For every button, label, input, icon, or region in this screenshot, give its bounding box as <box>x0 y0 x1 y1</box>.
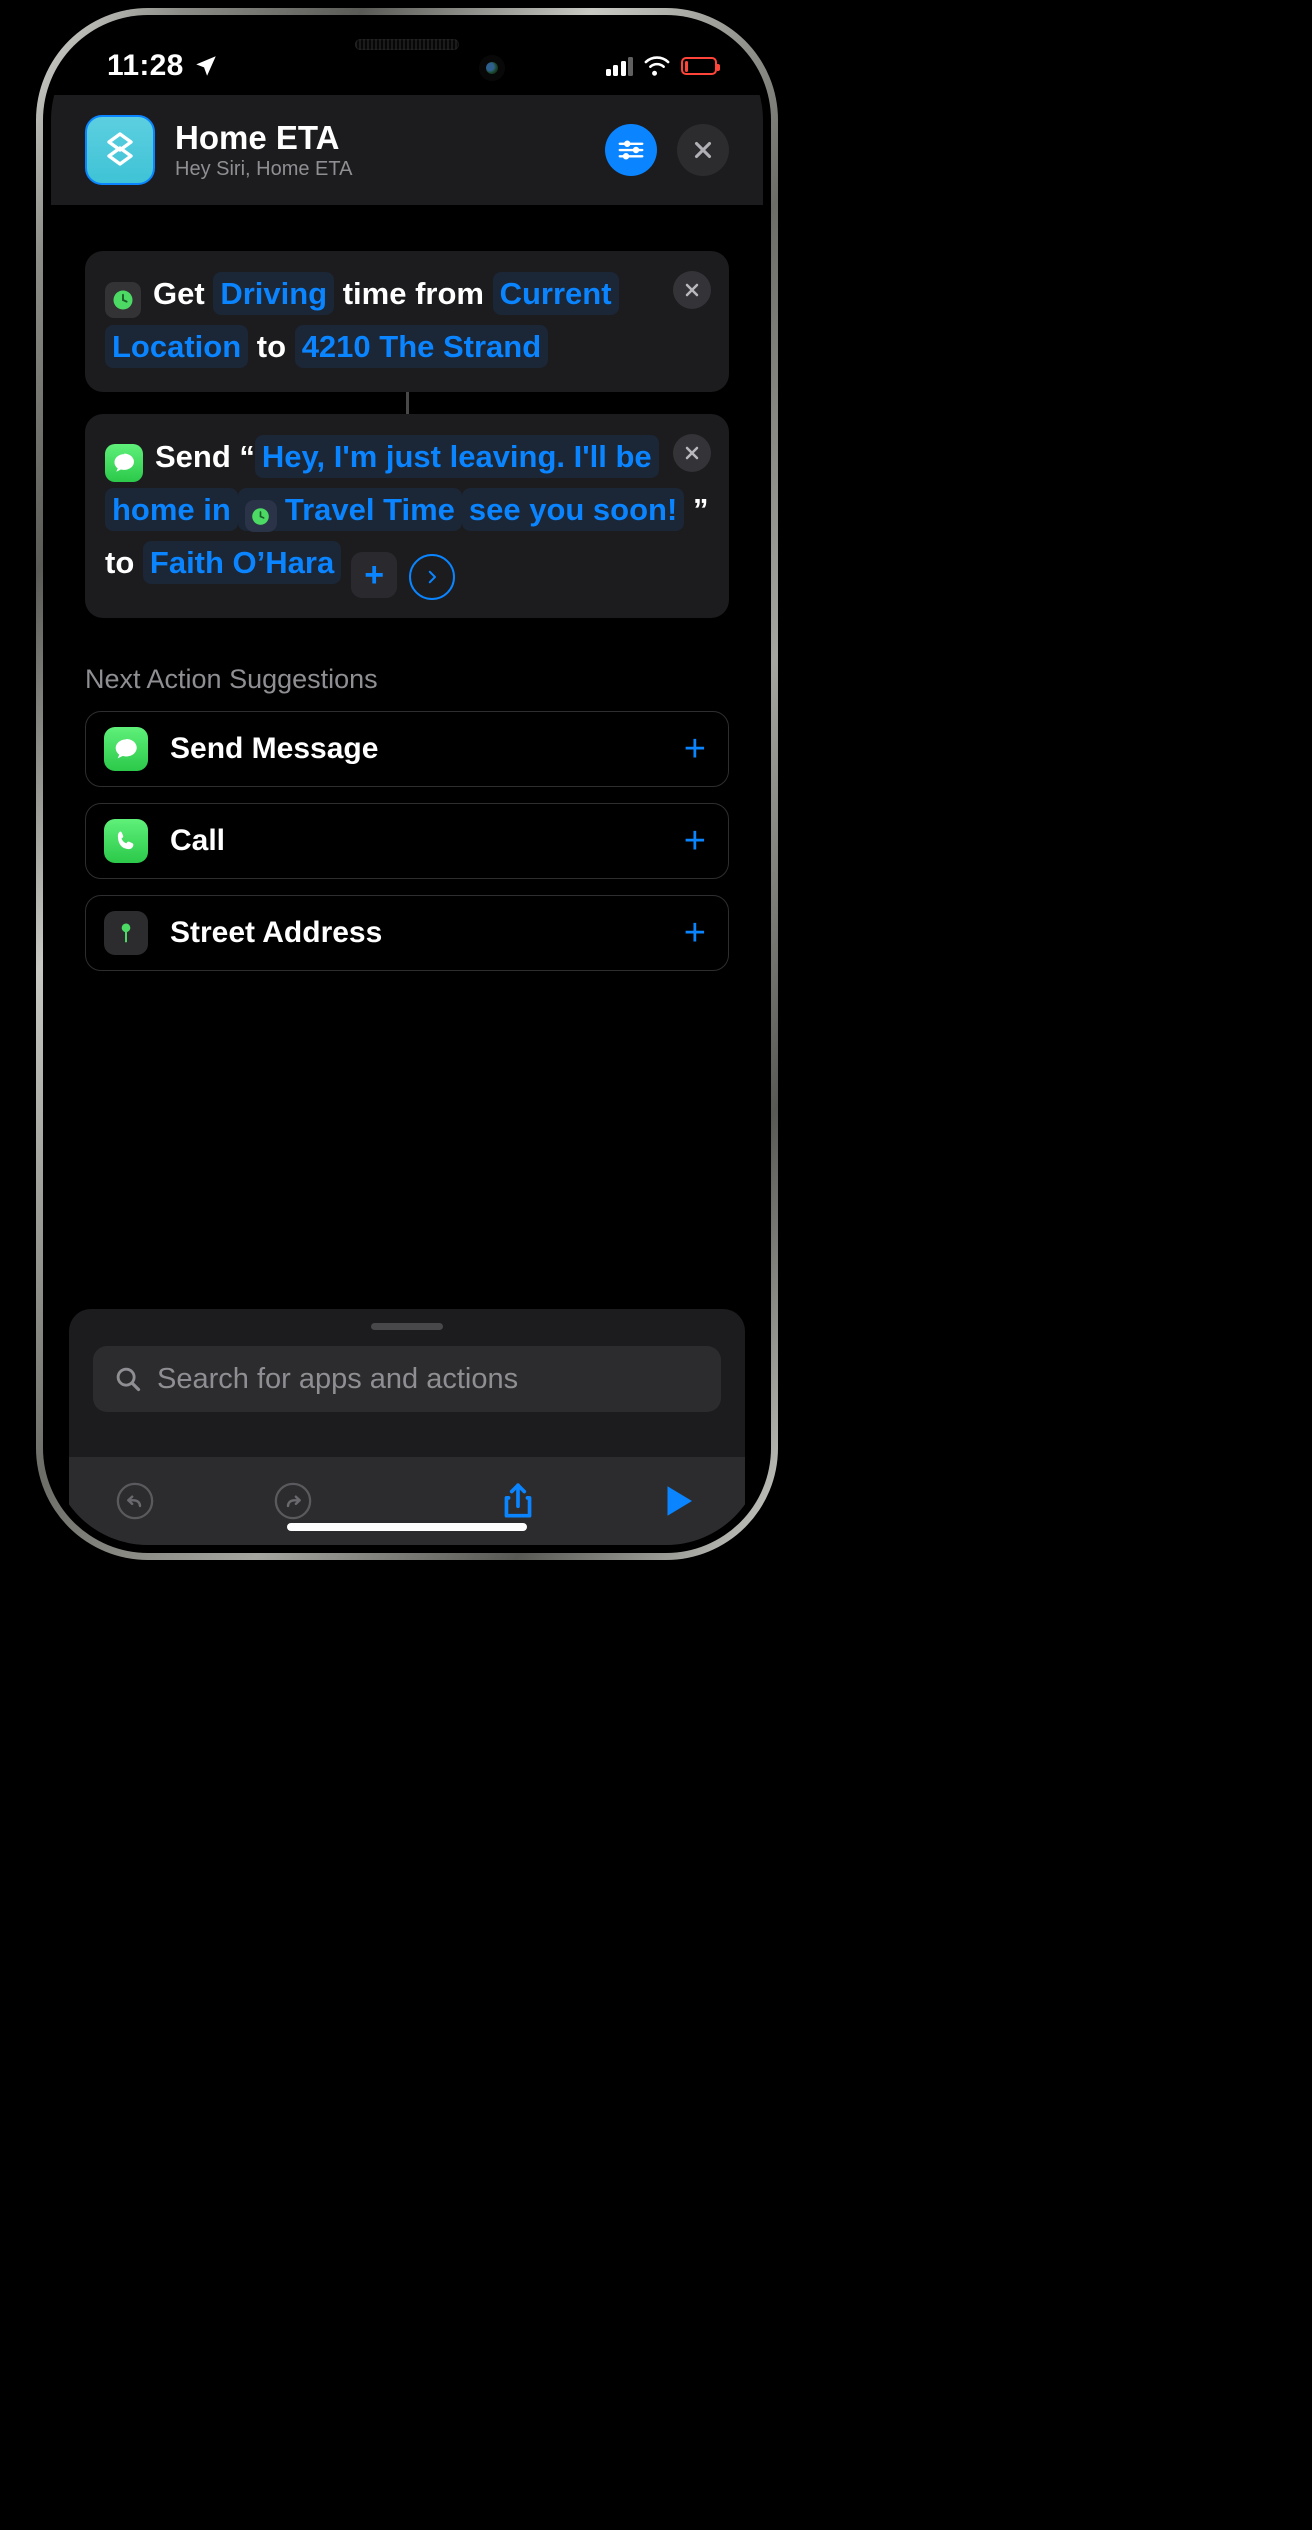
search-icon <box>116 1367 141 1392</box>
suggestions-heading: Next Action Suggestions <box>85 664 378 695</box>
action1-seg-timefrom: time from <box>342 276 484 311</box>
search-placeholder: Search for apps and actions <box>157 1362 519 1395</box>
add-suggestion-button[interactable]: + <box>684 730 706 768</box>
action2-seg-openquote: “ <box>239 438 255 474</box>
header-subtitle: Hey Siri, Home ETA <box>175 158 353 181</box>
suggestion-label: Send Message <box>170 732 379 766</box>
phone-screen: 11:28 Home ETA Hey Siri, Home ETA Get Dr… <box>51 23 763 1545</box>
shortcut-editor-content: Get Driving time from Current Location t… <box>51 205 763 1545</box>
location-arrow-icon <box>195 56 216 76</box>
clock-green-icon <box>105 282 141 318</box>
action-card-get-travel-time[interactable]: Get Driving time from Current Location t… <box>85 251 729 392</box>
action2-token-recipient[interactable]: Faith O’Hara <box>142 541 342 585</box>
sliders-icon[interactable] <box>605 124 657 176</box>
play-icon[interactable] <box>657 1480 699 1522</box>
home-indicator[interactable] <box>287 1523 527 1531</box>
messages-icon <box>105 443 143 482</box>
shortcuts-icon[interactable] <box>85 115 155 185</box>
add-suggestion-button[interactable]: + <box>684 822 706 860</box>
suggestion-row-call[interactable]: Call + <box>85 803 729 880</box>
undo-icon[interactable] <box>115 1481 155 1521</box>
action2-seg-to: to <box>105 545 135 581</box>
status-bar-right <box>605 55 720 77</box>
action2-seg-send: Send <box>155 438 231 474</box>
suggestion-row-send-message[interactable]: Send Message + <box>85 711 729 788</box>
messages-icon <box>104 727 148 772</box>
action2-token-message-part2[interactable]: see you soon! <box>461 487 685 531</box>
header-text-group: Home ETA Hey Siri, Home ETA <box>175 119 585 182</box>
front-camera <box>479 55 505 81</box>
editor-toolbar <box>69 1457 745 1545</box>
close-x-icon[interactable] <box>677 124 729 176</box>
wifi-icon <box>644 56 670 76</box>
share-icon[interactable] <box>497 1480 539 1522</box>
suggestion-label: Call <box>170 824 226 858</box>
action2-seg-closequote: ” <box>692 491 709 527</box>
phone-inner-bezel: 11:28 Home ETA Hey Siri, Home ETA Get Dr… <box>43 15 771 1553</box>
add-suggestion-button[interactable]: + <box>684 914 706 952</box>
suggestion-row-street-address[interactable]: Street Address + <box>85 895 729 972</box>
map-pin-icon <box>104 911 148 956</box>
action-text: Get Driving time from Current Location t… <box>105 267 709 374</box>
action2-token-travel-time[interactable]: Travel Time <box>237 487 462 533</box>
page-title: Home ETA <box>175 118 340 156</box>
earpiece-speaker <box>355 39 459 50</box>
action1-token-destination[interactable]: 4210 The Strand <box>294 325 549 369</box>
remove-action-button[interactable] <box>673 433 711 472</box>
action-card-send-message[interactable]: Send “Hey, I'm just leaving. I'll be hom… <box>85 413 729 619</box>
bottom-sheet: Search for apps and actions <box>69 1309 745 1545</box>
status-clock: 11:28 <box>107 49 184 82</box>
remove-action-button[interactable] <box>673 271 711 309</box>
action1-seg-get: Get <box>153 276 205 311</box>
phone-icon <box>104 819 148 864</box>
travel-time-label: Travel Time <box>284 491 455 527</box>
action-connector <box>405 391 409 414</box>
app-header: Home ETA Hey Siri, Home ETA <box>51 95 763 205</box>
clock-green-icon <box>244 500 277 533</box>
battery-low-icon <box>681 57 720 75</box>
phone-frame: 11:28 Home ETA Hey Siri, Home ETA Get Dr… <box>36 8 778 1560</box>
notch <box>257 23 557 91</box>
expand-action-chevron-icon[interactable] <box>409 554 456 601</box>
status-bar-left: 11:28 <box>107 49 219 83</box>
suggestion-label: Street Address <box>170 916 383 950</box>
cellular-bars-icon <box>605 56 633 76</box>
sheet-grabber[interactable] <box>371 1323 443 1330</box>
action1-seg-to: to <box>256 329 287 365</box>
action-text: Send “Hey, I'm just leaving. I'll be hom… <box>105 430 709 601</box>
redo-icon[interactable] <box>273 1481 313 1521</box>
action1-token-driving[interactable]: Driving <box>213 272 335 315</box>
add-recipient-button[interactable]: + <box>351 552 398 599</box>
search-input[interactable]: Search for apps and actions <box>93 1346 721 1412</box>
